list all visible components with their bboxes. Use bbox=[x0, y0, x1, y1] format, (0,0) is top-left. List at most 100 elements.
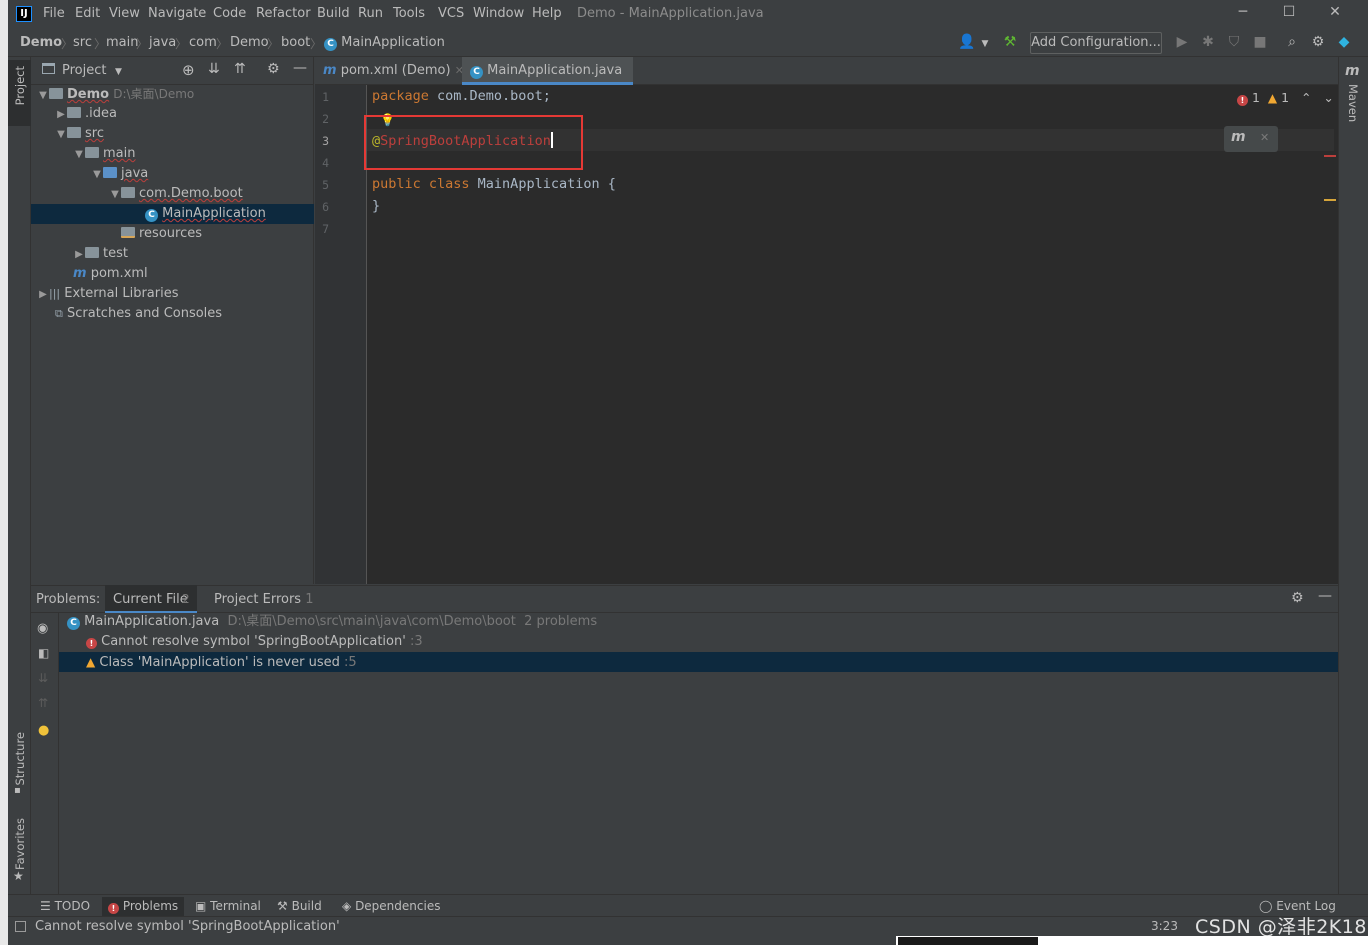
breadcrumb-demo[interactable]: Demo bbox=[20, 35, 62, 50]
eye-icon[interactable]: ◉ bbox=[37, 621, 48, 636]
close-icon[interactable]: ✕ bbox=[1260, 131, 1269, 144]
tab-current-file[interactable]: Current File 2 bbox=[105, 585, 197, 613]
maven-reload-popup[interactable]: m ✕ bbox=[1224, 126, 1278, 152]
class-icon: C bbox=[470, 66, 483, 79]
tree-item-demo[interactable]: ▼ Demo D:\桌面\Demo bbox=[31, 84, 314, 104]
chevron-down-icon[interactable]: ▼ bbox=[115, 67, 122, 77]
resources-folder-icon bbox=[121, 227, 135, 238]
breadcrumb-com[interactable]: com bbox=[189, 35, 217, 50]
menu-window[interactable]: Window bbox=[473, 6, 524, 21]
menu-run[interactable]: Run bbox=[358, 6, 383, 21]
hide-minus-icon[interactable]: — bbox=[293, 60, 307, 76]
libraries-icon: ||| bbox=[49, 287, 61, 300]
lightbulb-icon[interactable]: ● bbox=[38, 723, 49, 738]
tab-pom-xml[interactable]: m pom.xml (Demo) ✕ bbox=[315, 57, 472, 85]
tool-tab-problems[interactable]: ! Problems bbox=[102, 897, 185, 916]
problem-line: :3 bbox=[409, 634, 423, 649]
collapse-all-icon[interactable]: ⇈ bbox=[38, 696, 48, 710]
breadcrumb-demo-package[interactable]: Demo bbox=[230, 35, 269, 50]
structure-tool-tab[interactable]: Structure bbox=[13, 732, 27, 786]
scratches-icon: ⧉ bbox=[55, 307, 63, 320]
menu-code[interactable]: Code bbox=[213, 6, 246, 21]
expand-all-icon[interactable]: ⇊ bbox=[208, 61, 220, 77]
run-icon[interactable]: ▶ bbox=[1173, 34, 1191, 50]
maven-tool-tab[interactable]: Maven bbox=[1346, 84, 1360, 122]
breadcrumb-mainapplication[interactable]: C MainApplication bbox=[324, 35, 445, 51]
warning-count: 1 bbox=[1281, 90, 1290, 105]
add-configuration-button[interactable]: Add Configuration... bbox=[1030, 32, 1162, 54]
maximize-button[interactable]: ☐ bbox=[1274, 4, 1304, 24]
menu-help[interactable]: Help bbox=[532, 6, 562, 21]
jetbrains-toolbox-icon[interactable]: ◆ bbox=[1335, 34, 1353, 50]
search-icon[interactable]: ⌕ bbox=[1283, 34, 1301, 50]
status-message: Cannot resolve symbol 'SpringBootApplica… bbox=[35, 919, 340, 934]
problem-item-warning[interactable]: ▲ Class 'MainApplication' is never used … bbox=[59, 652, 1338, 672]
tab-project-errors[interactable]: Project Errors 1 bbox=[214, 592, 314, 607]
warning-marker[interactable] bbox=[1324, 199, 1336, 201]
project-view-title[interactable]: Project bbox=[62, 63, 106, 78]
tree-item-package[interactable]: ▼ com.Demo.boot bbox=[31, 184, 314, 204]
tree-item-scratches[interactable]: ⧉ Scratches and Consoles bbox=[31, 304, 314, 324]
project-tool-tab[interactable]: Project bbox=[8, 60, 31, 126]
chevron-down-icon[interactable]: ▼ bbox=[976, 39, 994, 49]
favorites-tool-tab[interactable]: Favorites bbox=[13, 818, 27, 870]
inspection-widget[interactable]: ! 1 ▲ 1 ⌃ ⌄ bbox=[1237, 90, 1334, 106]
window-title: Demo - MainApplication.java bbox=[577, 6, 764, 21]
tab-mainapplication-java[interactable]: C MainApplication.java ✕ bbox=[462, 57, 633, 105]
star-icon: ★ bbox=[13, 869, 24, 883]
toggle-tool-windows-icon[interactable] bbox=[15, 921, 26, 932]
tool-tab-label: Problems bbox=[122, 899, 179, 913]
menu-tools[interactable]: Tools bbox=[393, 6, 425, 21]
user-icon[interactable]: 👤 bbox=[958, 34, 976, 50]
tool-tab-dependencies[interactable]: ◈ Dependencies bbox=[336, 897, 446, 916]
menu-vcs[interactable]: VCS bbox=[438, 6, 464, 21]
tree-item-resources[interactable]: resources bbox=[31, 224, 314, 244]
close-button[interactable]: ✕ bbox=[1320, 4, 1350, 24]
tree-item-pom[interactable]: m pom.xml bbox=[31, 264, 314, 284]
tree-label: java bbox=[121, 166, 149, 181]
tree-item-mainapplication[interactable]: C MainApplication bbox=[31, 204, 314, 224]
tool-tab-build[interactable]: ⚒ Build bbox=[271, 897, 328, 916]
tree-item-main[interactable]: ▼ main bbox=[31, 144, 314, 164]
stop-icon[interactable]: ■ bbox=[1251, 34, 1269, 50]
tool-tab-todo[interactable]: ☰ TODO bbox=[34, 897, 96, 916]
gear-icon[interactable]: ⚙ bbox=[267, 61, 280, 77]
menu-edit[interactable]: Edit bbox=[75, 6, 100, 21]
expand-all-icon[interactable]: ⇊ bbox=[38, 671, 48, 685]
gear-icon[interactable]: ⚙ bbox=[1291, 590, 1304, 606]
chevron-down-icon: ▼ bbox=[93, 169, 101, 180]
cursor-position[interactable]: 3:23 bbox=[1151, 919, 1178, 933]
menu-view[interactable]: View bbox=[109, 6, 140, 21]
breadcrumb-main[interactable]: main bbox=[106, 35, 138, 50]
debug-icon[interactable]: ✱ bbox=[1199, 34, 1217, 50]
minimize-button[interactable]: ─ bbox=[1228, 4, 1258, 24]
preview-icon[interactable]: ◧ bbox=[38, 646, 49, 660]
error-marker[interactable] bbox=[1324, 155, 1336, 157]
coverage-icon[interactable]: ⛉ bbox=[1225, 34, 1243, 50]
tree-item-src[interactable]: ▼ src bbox=[31, 124, 314, 144]
csdn-watermark: CSDN @泽非2K18 bbox=[1195, 916, 1367, 938]
build-hammer-icon[interactable]: ⚒ bbox=[1001, 34, 1019, 50]
collapse-all-icon[interactable]: ⇈ bbox=[234, 61, 246, 77]
locate-target-icon[interactable]: ⊕ bbox=[182, 61, 195, 79]
tree-item-test[interactable]: ▶ test bbox=[31, 244, 314, 264]
chevron-down-icon[interactable]: ⌄ bbox=[1323, 90, 1333, 105]
tree-item-java[interactable]: ▼ java bbox=[31, 164, 314, 184]
menu-refactor[interactable]: Refactor bbox=[256, 6, 311, 21]
list-icon: ☰ bbox=[40, 899, 51, 913]
tool-tab-terminal[interactable]: ▣ Terminal bbox=[189, 897, 267, 916]
menu-navigate[interactable]: Navigate bbox=[148, 6, 206, 21]
problems-file-row[interactable]: C MainApplication.java D:\桌面\Demo\src\ma… bbox=[59, 612, 1338, 632]
hide-minus-icon[interactable]: — bbox=[1318, 588, 1332, 604]
tree-item-idea[interactable]: ▶ .idea bbox=[31, 104, 314, 124]
breadcrumb-src[interactable]: src bbox=[73, 35, 92, 50]
maven-reload-icon[interactable]: m bbox=[1231, 129, 1246, 145]
breadcrumb-boot[interactable]: boot bbox=[281, 35, 310, 50]
chevron-up-icon[interactable]: ⌃ bbox=[1301, 90, 1311, 105]
problem-item-error[interactable]: ! Cannot resolve symbol 'SpringBootAppli… bbox=[59, 632, 1338, 652]
tree-item-external-libraries[interactable]: ▶ ||| External Libraries bbox=[31, 284, 314, 304]
menu-build[interactable]: Build bbox=[317, 6, 350, 21]
settings-gear-icon[interactable]: ⚙ bbox=[1309, 34, 1327, 50]
menu-file[interactable]: File bbox=[43, 6, 65, 21]
breadcrumb-java[interactable]: java bbox=[149, 35, 176, 50]
